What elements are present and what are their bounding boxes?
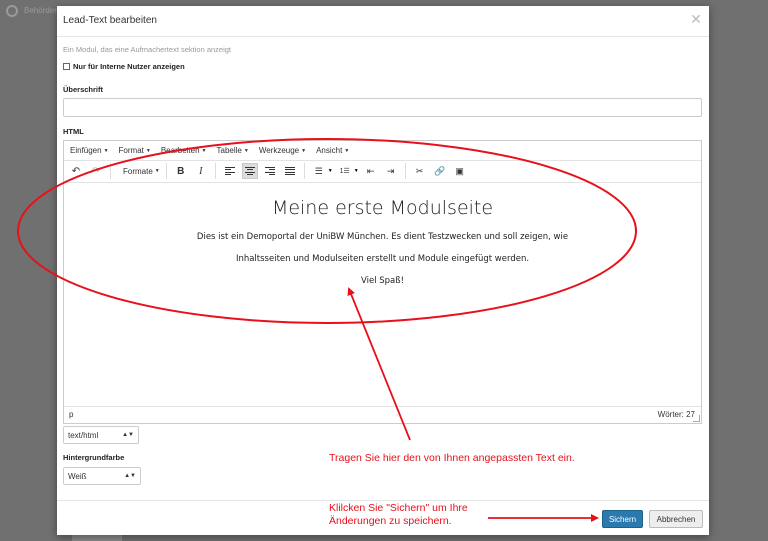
logout-icon [6, 5, 18, 17]
select-arrows-icon: ▲▼ [124, 473, 136, 479]
heading-field-label: Überschrift [63, 85, 104, 94]
caret-down-icon[interactable]: ▼ [354, 168, 359, 174]
heading-input[interactable] [63, 98, 702, 117]
italic-icon[interactable]: I [193, 163, 209, 179]
toolbar-divider [404, 163, 406, 179]
caret-down-icon: ▼ [145, 147, 151, 154]
toolbar-divider [165, 163, 167, 179]
editor-statusbar: p Wörter: 27 [64, 406, 701, 423]
editor-content-area[interactable]: Meine erste Modulseite Dies ist ein Demo… [64, 183, 701, 407]
content-paragraph-3: Viel Spaß! [360, 276, 405, 286]
caret-down-icon[interactable]: ▼ [328, 168, 333, 174]
cancel-button[interactable]: Abbrechen [649, 510, 703, 528]
select-arrows-icon: ▲▼ [122, 432, 134, 438]
caret-down-icon: ▼ [154, 168, 160, 174]
caret-down-icon: ▼ [344, 147, 350, 154]
toolbar-divider [110, 163, 111, 179]
content-paragraph-2: Inhaltsseiten und Modulseiten erstellt u… [235, 254, 530, 264]
internal-users-label: Nur für Interne Nutzer anzeigen [73, 62, 185, 71]
caret-down-icon: ▼ [301, 147, 307, 154]
bold-icon[interactable]: B [173, 163, 189, 179]
menu-insert[interactable]: Einfügen ▼ [70, 146, 109, 155]
outdent-icon[interactable]: ⇤ [363, 163, 379, 179]
caret-down-icon: ▼ [201, 147, 207, 154]
save-hint-annotation-line1: Klilcken Sie "Sichern" um Ihre [329, 502, 468, 514]
editor-menubar: Einfügen ▼ Format ▼ Bearbeiten ▼ Tabelle ▼ W… [64, 141, 701, 161]
unlink-icon[interactable]: ✂ [412, 163, 428, 179]
close-icon[interactable]: ✕ [689, 12, 703, 26]
dialog-header: Lead-Text bearbeiten ✕ [57, 6, 709, 37]
toolbar-divider [214, 163, 216, 179]
redo-icon[interactable]: ↷ [88, 163, 104, 179]
content-type-select[interactable]: text/html ▲▼ [63, 426, 139, 444]
undo-icon[interactable]: ↶ [68, 163, 84, 179]
save-hint-annotation-line2: Änderungen zu speichern. [329, 515, 452, 527]
internal-users-option[interactable]: Nur für Interne Nutzer anzeigen [63, 62, 185, 71]
internal-users-checkbox[interactable] [63, 63, 70, 70]
align-justify-icon[interactable] [282, 163, 298, 179]
dialog-title: Lead-Text bearbeiten [63, 15, 157, 26]
bullet-list-icon[interactable]: ☰ [311, 163, 327, 179]
content-paragraph-1: Dies ist ein Demoportal der UniBW Münche… [196, 232, 569, 242]
element-path[interactable]: p [69, 410, 73, 419]
resize-handle-icon[interactable] [693, 415, 700, 422]
link-icon[interactable]: 🔗 [432, 163, 448, 179]
editor-toolbar: ↶ ↷ Formate ▼ B I ☰ ▼ 1☰ ▼ ⇤ ⇥ ✂ 🔗 ▣ [64, 160, 701, 183]
content-heading: Meine erste Modulseite [271, 197, 494, 219]
html-field-label: HTML [63, 127, 84, 136]
save-button[interactable]: Sichern [602, 510, 643, 528]
align-left-icon[interactable] [222, 163, 238, 179]
numbered-list-icon[interactable]: 1☰ [337, 163, 353, 179]
module-description: Ein Modul, das eine Aufmachertext sektio… [63, 45, 232, 54]
caret-down-icon: ▼ [243, 147, 249, 154]
editor-hint-annotation: Tragen Sie hier den von Ihnen angepasste… [329, 452, 575, 464]
indent-icon[interactable]: ⇥ [383, 163, 399, 179]
background-color-select[interactable]: Weiß ▲▼ [63, 467, 141, 485]
menu-table[interactable]: Tabelle ▼ [217, 146, 249, 155]
formats-dropdown[interactable]: Formate ▼ [123, 167, 160, 176]
menu-edit[interactable]: Bearbeiten ▼ [161, 146, 207, 155]
menu-view[interactable]: Ansicht ▼ [316, 146, 349, 155]
rich-text-editor: Einfügen ▼ Format ▼ Bearbeiten ▼ Tabelle ▼ W… [63, 140, 702, 424]
menu-tools[interactable]: Werkzeuge ▼ [259, 146, 306, 155]
caret-down-icon: ▼ [103, 147, 109, 154]
word-count: Wörter: 27 [657, 410, 695, 419]
menu-format[interactable]: Format ▼ [119, 146, 151, 155]
align-center-icon[interactable] [241, 163, 258, 179]
toolbar-divider [303, 163, 305, 179]
background-app-title: Behörden [24, 6, 59, 15]
image-icon[interactable]: ▣ [452, 163, 468, 179]
align-right-icon[interactable] [262, 163, 278, 179]
background-color-label: Hintergrundfarbe [63, 453, 125, 462]
